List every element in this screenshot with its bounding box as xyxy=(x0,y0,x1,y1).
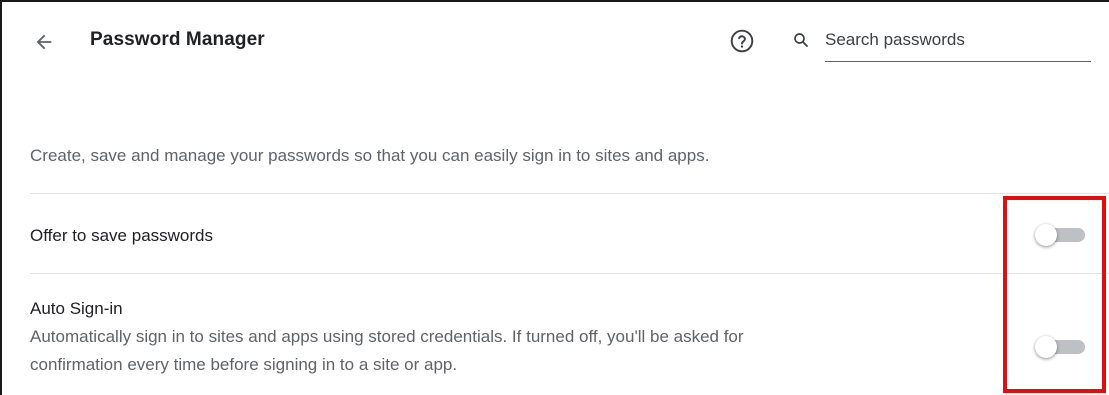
auto-sign-in-description-line1: Automatically sign in to sites and apps … xyxy=(30,327,744,346)
auto-sign-in-description-line2: confirmation every time before signing i… xyxy=(30,355,458,374)
search-box xyxy=(792,26,1091,62)
search-icon xyxy=(794,33,808,47)
toggle-knob xyxy=(1035,336,1057,358)
offer-to-save-toggle[interactable] xyxy=(1033,222,1087,248)
page-description: Create, save and manage your passwords s… xyxy=(30,146,710,165)
page-title: Password Manager xyxy=(90,29,265,50)
auto-sign-in-toggle[interactable] xyxy=(1033,334,1087,360)
offer-to-save-label: Offer to save passwords xyxy=(30,226,213,245)
toggle-knob xyxy=(1035,224,1057,246)
help-circle-icon xyxy=(730,29,754,53)
divider xyxy=(30,273,1109,274)
search-input[interactable] xyxy=(825,26,1091,62)
divider xyxy=(30,193,1109,194)
help-button[interactable] xyxy=(727,26,757,56)
page-header: Password Manager xyxy=(0,0,1109,84)
auto-sign-in-label: Auto Sign-in xyxy=(30,299,123,318)
back-button[interactable] xyxy=(30,28,58,56)
arrow-back-icon xyxy=(36,34,52,50)
